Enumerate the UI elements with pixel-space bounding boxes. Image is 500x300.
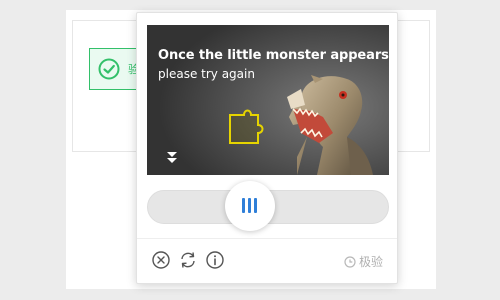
captcha-image: Once the little monster appears please t… — [147, 25, 389, 175]
collapse-arrow-icon[interactable] — [163, 149, 181, 167]
slider-handle[interactable] — [225, 181, 275, 231]
grip-icon — [241, 196, 259, 216]
geetest-logo-icon — [344, 255, 356, 268]
captcha-title: Once the little monster appears — [158, 48, 389, 63]
close-circle-icon[interactable] — [151, 250, 171, 270]
footer-divider — [137, 238, 397, 239]
refresh-icon[interactable] — [178, 250, 198, 270]
check-icon — [98, 58, 120, 80]
brand-mark: 极验 — [344, 253, 383, 270]
captcha-popup: Once the little monster appears please t… — [136, 12, 398, 284]
info-icon[interactable] — [205, 250, 225, 270]
verify-success-checkbox[interactable]: 验 — [89, 48, 139, 90]
captcha-subtitle: please try again — [158, 67, 255, 81]
brand-label: 极验 — [358, 255, 383, 269]
